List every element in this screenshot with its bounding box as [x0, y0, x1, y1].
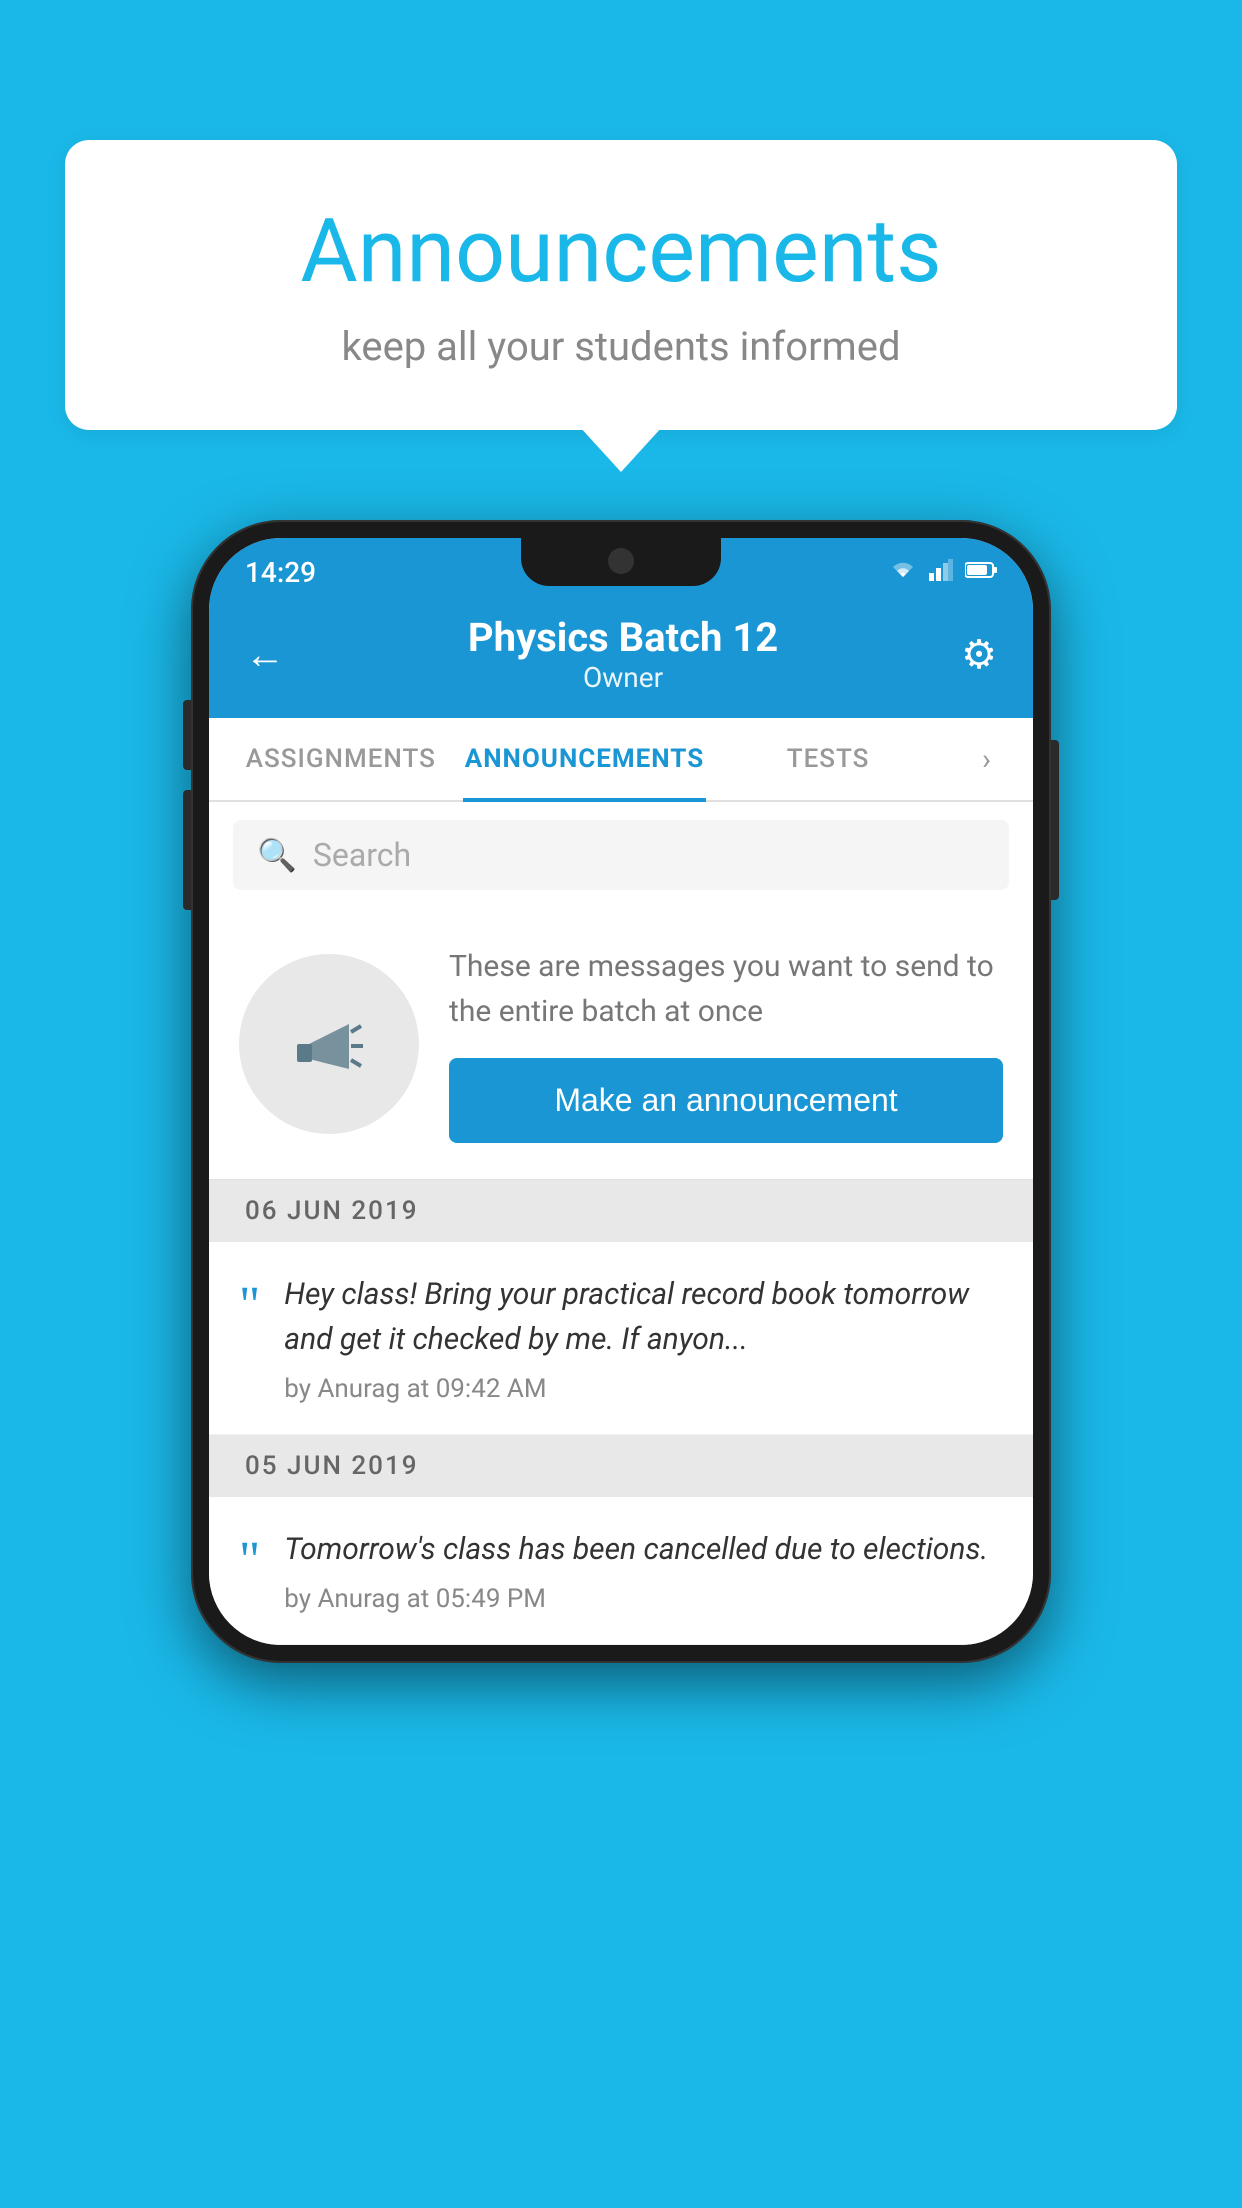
status-icons: [889, 559, 997, 585]
bubble-subtitle: keep all your students informed: [145, 323, 1097, 370]
header-subtitle: Owner: [468, 661, 778, 694]
date-separator-2: 05 JUN 2019: [209, 1435, 1033, 1497]
search-container: 🔍 Search: [209, 802, 1033, 908]
phone-camera: [608, 548, 634, 574]
announcement-text-1: Hey class! Bring your practical record b…: [284, 1272, 1003, 1362]
wifi-icon: [889, 559, 917, 585]
speech-bubble: Announcements keep all your students inf…: [65, 140, 1177, 430]
announcement-content-1: Hey class! Bring your practical record b…: [284, 1272, 1003, 1404]
search-icon: 🔍: [257, 836, 297, 874]
announcement-right: These are messages you want to send to t…: [449, 944, 1003, 1143]
battery-icon: [965, 561, 997, 583]
header-center: Physics Batch 12 Owner: [468, 614, 778, 694]
status-time: 14:29: [245, 556, 316, 589]
phone-side-btn-power: [1051, 740, 1059, 900]
date-separator-1: 06 JUN 2019: [209, 1180, 1033, 1242]
app-header: ← Physics Batch 12 Owner ⚙: [209, 598, 1033, 718]
phone-side-btn-vol-down: [183, 790, 191, 910]
search-bar[interactable]: 🔍 Search: [233, 820, 1009, 890]
back-button[interactable]: ←: [245, 631, 285, 678]
announcement-text-2: Tomorrow's class has been cancelled due …: [284, 1527, 1003, 1572]
tab-announcements[interactable]: ANNOUNCEMENTS: [463, 718, 707, 800]
phone-outer: 14:29: [191, 520, 1051, 1663]
phone: 14:29: [191, 520, 1051, 1663]
phone-notch: [521, 538, 721, 586]
announcement-content-2: Tomorrow's class has been cancelled due …: [284, 1527, 1003, 1614]
header-title: Physics Batch 12: [468, 614, 778, 661]
make-announcement-button[interactable]: Make an announcement: [449, 1058, 1003, 1143]
quote-icon-2: ": [239, 1535, 260, 1587]
speech-bubble-container: Announcements keep all your students inf…: [65, 140, 1177, 430]
tabs: ASSIGNMENTS ANNOUNCEMENTS TESTS ›: [209, 718, 1033, 802]
phone-screen: 14:29: [209, 538, 1033, 1645]
phone-side-btn-vol-up: [183, 700, 191, 770]
announcement-item-1[interactable]: " Hey class! Bring your practical record…: [209, 1242, 1033, 1435]
announcement-description: These are messages you want to send to t…: [449, 944, 1003, 1034]
announcement-icon-circle: [239, 954, 419, 1134]
quote-icon-1: ": [239, 1280, 260, 1332]
tab-assignments[interactable]: ASSIGNMENTS: [219, 718, 463, 800]
bubble-title: Announcements: [145, 200, 1097, 303]
announcement-promo: These are messages you want to send to t…: [209, 908, 1033, 1180]
signal-icon: [929, 559, 953, 585]
announcement-item-2[interactable]: " Tomorrow's class has been cancelled du…: [209, 1497, 1033, 1645]
announcement-meta-2: by Anurag at 05:49 PM: [284, 1584, 1003, 1614]
settings-icon[interactable]: ⚙: [961, 631, 997, 678]
tab-more[interactable]: ›: [950, 718, 1023, 800]
search-placeholder: Search: [313, 836, 411, 874]
announcement-meta-1: by Anurag at 09:42 AM: [284, 1374, 1003, 1404]
tab-tests[interactable]: TESTS: [706, 718, 950, 800]
